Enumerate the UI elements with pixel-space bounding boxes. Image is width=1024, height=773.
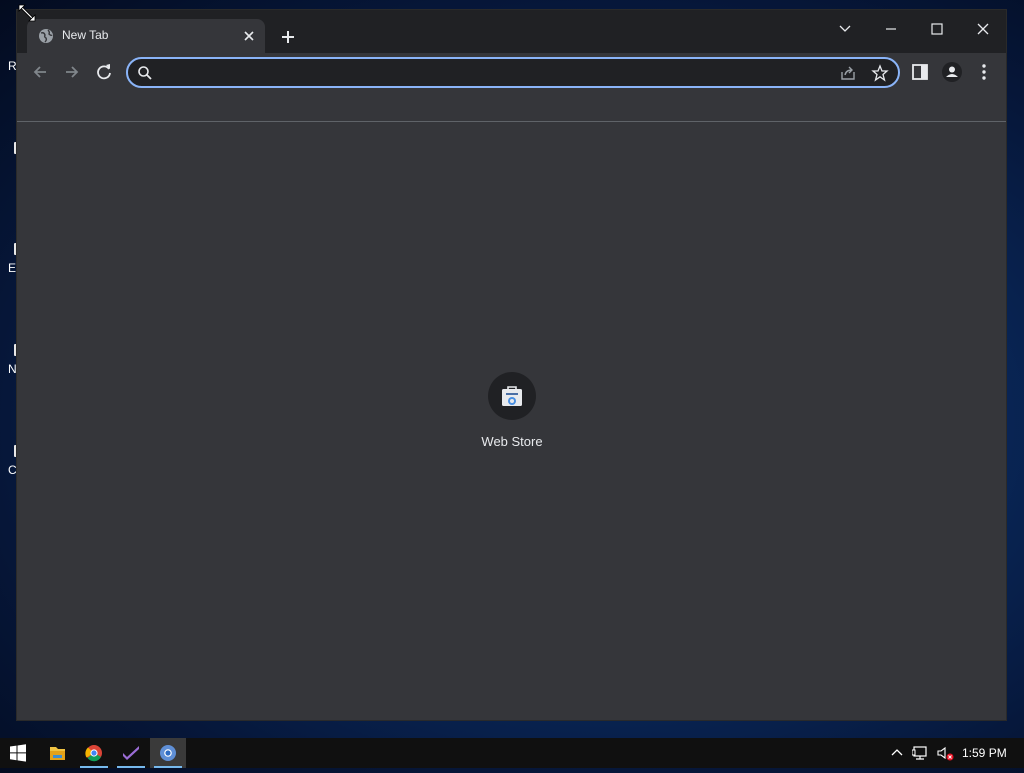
resize-cursor-icon [18, 4, 36, 22]
web-store-icon [502, 386, 522, 406]
back-icon[interactable] [29, 61, 51, 83]
windows-start-icon[interactable] [0, 738, 36, 768]
close-window-icon[interactable] [960, 14, 1006, 44]
taskbar-clock[interactable]: 1:59 PM [962, 746, 1007, 760]
tab-new-tab[interactable]: New Tab [27, 19, 265, 53]
toolbar [17, 53, 1006, 90]
profile-avatar-icon[interactable] [941, 61, 963, 83]
desktop-icon-label: C [8, 463, 17, 477]
menu-kebab-icon[interactable] [973, 61, 995, 83]
desktop-icon[interactable]: N [0, 344, 20, 404]
taskbar: 1:59 PM [0, 738, 1024, 768]
network-icon[interactable] [912, 744, 930, 762]
shortcut-label: Web Store [481, 434, 543, 449]
close-tab-icon[interactable] [241, 28, 257, 44]
file-explorer-icon [50, 747, 65, 760]
taskbar-chrome[interactable] [76, 738, 112, 768]
taskbar-chromium[interactable] [150, 738, 186, 768]
tab-search-icon[interactable] [822, 14, 868, 44]
search-icon [138, 66, 152, 80]
taskbar-visual-studio[interactable] [113, 738, 149, 768]
desktop-icon[interactable] [0, 142, 20, 202]
share-icon[interactable] [839, 64, 857, 82]
maximize-icon[interactable] [914, 14, 960, 44]
desktop-icon[interactable]: E [0, 243, 20, 303]
taskbar-file-explorer[interactable] [39, 738, 75, 768]
desktop-icon-recycle[interactable]: R [0, 46, 18, 106]
side-panel-icon[interactable] [909, 61, 931, 83]
title-bar: New Tab [17, 10, 1006, 53]
minimize-icon[interactable] [868, 14, 914, 44]
tab-title: New Tab [62, 28, 109, 42]
desktop-icon-label: E [8, 261, 17, 275]
address-input[interactable] [160, 62, 834, 84]
address-bar[interactable] [126, 57, 900, 88]
desktop-icon[interactable]: C [0, 445, 20, 505]
chromium-icon [160, 745, 176, 761]
desktop-icon-label: R [8, 59, 17, 73]
bookmark-star-icon[interactable] [871, 64, 889, 82]
globe-icon [39, 29, 53, 43]
new-tab-page: Web Store [17, 122, 1006, 720]
new-tab-icon[interactable] [277, 26, 299, 48]
show-hidden-icons-chevron-icon[interactable] [888, 744, 906, 762]
forward-icon[interactable] [61, 61, 83, 83]
volume-muted-icon[interactable] [936, 744, 954, 762]
visual-studio-icon [123, 746, 139, 760]
shortcut-web-store[interactable]: Web Store [464, 372, 560, 472]
reload-icon[interactable] [93, 61, 115, 83]
desktop-icon-label: N [8, 362, 17, 376]
chrome-icon [85, 745, 102, 762]
shortcut-icon-circle [488, 372, 536, 420]
browser-window: New Tab Web Store [17, 10, 1006, 720]
